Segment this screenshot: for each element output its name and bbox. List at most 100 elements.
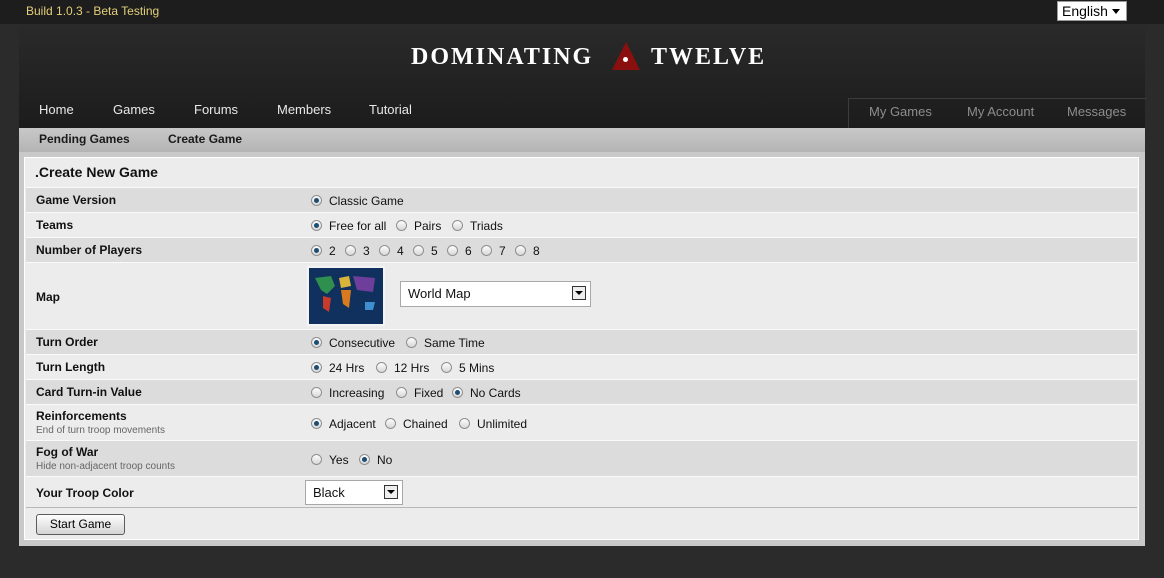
option-label: No Cards bbox=[470, 386, 521, 400]
row-fog-of-war: Fog of War Hide non-adjacent troop count… bbox=[26, 440, 1137, 476]
header: DOMINATING TWELVE Home Games Forums Memb… bbox=[19, 24, 1146, 129]
option-label: Chained bbox=[403, 417, 448, 431]
nav-games[interactable]: Games bbox=[113, 102, 155, 117]
radio-button[interactable] bbox=[311, 362, 322, 373]
radio-button[interactable] bbox=[406, 337, 417, 348]
create-game-panel: .Create New Game Game Version Classic Ga… bbox=[19, 152, 1145, 546]
world-map-icon bbox=[309, 268, 383, 324]
row-number-of-players: Number of Players 2 3 4 5 6 7 8 bbox=[26, 237, 1137, 262]
option-label: Free for all bbox=[329, 219, 387, 233]
radio-button[interactable] bbox=[447, 245, 458, 256]
logo[interactable]: DOMINATING TWELVE bbox=[411, 42, 771, 74]
option-label: 5 bbox=[431, 244, 438, 258]
fog-label: Fog of War bbox=[36, 445, 99, 459]
nav-my-games[interactable]: My Games bbox=[869, 104, 932, 119]
row-turn-length: Turn Length 24 Hrs 12 Hrs 5 Mins bbox=[26, 354, 1137, 379]
radio-button[interactable] bbox=[481, 245, 492, 256]
option-label: 6 bbox=[465, 244, 472, 258]
divider bbox=[26, 507, 1137, 508]
card-value-label: Card Turn-in Value bbox=[36, 385, 142, 399]
logo-text-right: TWELVE bbox=[651, 44, 767, 70]
troop-color-select[interactable]: Black bbox=[305, 480, 403, 505]
reinforcements-sublabel: End of turn troop movements bbox=[36, 425, 165, 436]
map-select-value: World Map bbox=[408, 286, 471, 301]
subnav-create-game[interactable]: Create Game bbox=[168, 132, 242, 146]
option-label: Consecutive bbox=[329, 336, 396, 350]
reinforcements-label: Reinforcements bbox=[36, 409, 127, 423]
map-select[interactable]: World Map bbox=[400, 281, 591, 307]
radio-button[interactable] bbox=[515, 245, 526, 256]
logo-triangle-icon bbox=[612, 42, 640, 70]
option-label: 2 bbox=[329, 244, 336, 258]
option-label: Pairs bbox=[414, 219, 442, 233]
radio-button[interactable] bbox=[452, 387, 463, 398]
logo-dot-icon bbox=[623, 57, 628, 62]
radio-button[interactable] bbox=[311, 195, 322, 206]
option-label: 5 Mins bbox=[459, 361, 495, 375]
option-label: Classic Game bbox=[329, 194, 404, 208]
create-game-form: .Create New Game Game Version Classic Ga… bbox=[24, 157, 1139, 540]
radio-button[interactable] bbox=[345, 245, 356, 256]
radio-button[interactable] bbox=[452, 220, 463, 231]
language-select[interactable]: English bbox=[1057, 1, 1127, 21]
radio-button[interactable] bbox=[396, 220, 407, 231]
nav-messages[interactable]: Messages bbox=[1067, 104, 1126, 119]
build-label: Build 1.0.3 - Beta Testing bbox=[26, 4, 160, 18]
option-label: Fixed bbox=[414, 386, 444, 400]
teams-label: Teams bbox=[36, 218, 74, 232]
top-bar: Build 1.0.3 - Beta Testing English bbox=[0, 0, 1164, 24]
radio-button[interactable] bbox=[385, 418, 396, 429]
radio-button[interactable] bbox=[379, 245, 390, 256]
option-label: 3 bbox=[363, 244, 370, 258]
form-title: .Create New Game bbox=[35, 164, 158, 180]
subnav-pending-games[interactable]: Pending Games bbox=[39, 132, 130, 146]
radio-button[interactable] bbox=[459, 418, 470, 429]
radio-button[interactable] bbox=[311, 418, 322, 429]
logo-text-left: DOMINATING bbox=[411, 44, 594, 70]
row-map: Map World Map bbox=[26, 262, 1137, 329]
game-version-label: Game Version bbox=[36, 193, 117, 207]
radio-button[interactable] bbox=[311, 337, 322, 348]
turn-length-label: Turn Length bbox=[36, 360, 106, 374]
nav-home[interactable]: Home bbox=[39, 102, 74, 117]
nav-my-account[interactable]: My Account bbox=[967, 104, 1034, 119]
radio-button[interactable] bbox=[311, 220, 322, 231]
language-value: English bbox=[1062, 3, 1108, 19]
radio-button[interactable] bbox=[441, 362, 452, 373]
dropdown-arrow-icon[interactable] bbox=[572, 286, 586, 300]
option-label: Same Time bbox=[424, 336, 485, 350]
radio-button[interactable] bbox=[311, 387, 322, 398]
nav-forums[interactable]: Forums bbox=[194, 102, 238, 117]
radio-button[interactable] bbox=[413, 245, 424, 256]
map-label: Map bbox=[36, 290, 60, 304]
dropdown-arrow-icon[interactable] bbox=[384, 485, 398, 499]
user-nav: My Games My Account Messages bbox=[848, 98, 1146, 129]
troop-color-value: Black bbox=[313, 485, 345, 500]
option-label: 8 bbox=[533, 244, 540, 258]
nav-members[interactable]: Members bbox=[277, 102, 331, 117]
option-label: Adjacent bbox=[329, 417, 376, 431]
sub-nav: Pending Games Create Game bbox=[19, 128, 1145, 152]
radio-button[interactable] bbox=[311, 245, 322, 256]
option-label: 24 Hrs bbox=[329, 361, 365, 375]
radio-button[interactable] bbox=[396, 387, 407, 398]
row-teams: Teams Free for all Pairs Triads bbox=[26, 212, 1137, 237]
map-thumbnail[interactable] bbox=[307, 266, 385, 326]
radio-button[interactable] bbox=[359, 454, 370, 465]
row-card-value: Card Turn-in Value Increasing Fixed No C… bbox=[26, 379, 1137, 404]
players-label: Number of Players bbox=[36, 243, 143, 257]
row-turn-order: Turn Order Consecutive Same Time bbox=[26, 329, 1137, 354]
option-label: 4 bbox=[397, 244, 404, 258]
start-game-button[interactable]: Start Game bbox=[36, 514, 125, 535]
turn-order-label: Turn Order bbox=[36, 335, 98, 349]
nav-tutorial[interactable]: Tutorial bbox=[369, 102, 412, 117]
option-label: 7 bbox=[499, 244, 506, 258]
row-troop-color: Your Troop Color Black bbox=[26, 476, 1137, 508]
row-game-version: Game Version Classic Game bbox=[26, 187, 1137, 212]
option-label: 12 Hrs bbox=[394, 361, 430, 375]
chevron-down-icon bbox=[1112, 9, 1120, 14]
radio-button[interactable] bbox=[311, 454, 322, 465]
option-label: Triads bbox=[470, 219, 503, 233]
option-label: No bbox=[377, 453, 393, 467]
radio-button[interactable] bbox=[376, 362, 387, 373]
